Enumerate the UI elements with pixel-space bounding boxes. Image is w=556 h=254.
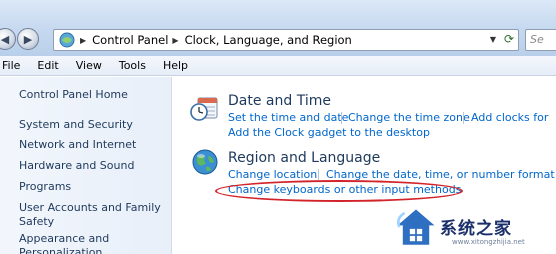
globe-icon[interactable] [191,148,219,176]
address-bar[interactable]: ▶ Control Panel ▶ Clock, Language, and R… [53,29,519,51]
watermark-text: 系统之家 [440,219,512,239]
menu-bar: File Edit View Tools Help [0,56,556,76]
watermark: 系统之家 www.xitongzhijia.net [394,200,556,254]
breadcrumb-clock-language-region[interactable]: Clock, Language, and Region [185,33,352,47]
link-divider [463,112,464,124]
link-add-clock-gadget[interactable]: Add the Clock gadget to the desktop [228,126,430,139]
sidebar-item-user-accounts[interactable]: User Accounts and Family [19,201,161,215]
navigation-pane: Control Panel Home System and Security N… [0,77,172,254]
sidebar-item-hardware-and-sound[interactable]: Hardware and Sound [19,159,134,173]
search-input[interactable]: Se [525,29,556,51]
control-panel-icon [58,31,76,49]
menu-view[interactable]: View [76,59,102,72]
forward-arrow-icon: ▶ [23,32,33,46]
sidebar-item-appearance[interactable]: Appearance and [19,232,109,246]
sidebar-item-user-accounts-cont[interactable]: Safety [19,215,54,229]
link-change-date-time-number-format[interactable]: Change the date, time, or number format [326,168,555,181]
refresh-icon[interactable]: ⟳ [504,32,514,46]
chevron-down-icon[interactable]: ▼ [490,35,496,44]
window-title-bar: ◀ ▶ ▶ Control Panel ▶ Clock, Language, a… [0,0,556,56]
back-button[interactable]: ◀ [0,28,16,50]
category-date-and-time[interactable]: Date and Time [228,93,331,109]
sidebar-item-network-and-internet[interactable]: Network and Internet [19,138,136,152]
house-logo-icon [396,209,435,245]
chevron-right-icon: ▶ [80,35,87,45]
sidebar-item-control-panel-home[interactable]: Control Panel Home [19,88,128,102]
forward-button[interactable]: ▶ [17,28,39,50]
sidebar-item-programs[interactable]: Programs [19,180,71,194]
menu-file[interactable]: File [2,59,20,72]
link-add-clocks[interactable]: Add clocks for [471,111,548,124]
chevron-right-icon: ▶ [172,35,179,45]
link-divider [341,112,342,124]
highlight-annotation [215,180,463,202]
menu-tools[interactable]: Tools [119,59,146,72]
category-region-and-language[interactable]: Region and Language [228,150,380,166]
link-change-time-zone[interactable]: Change the time zone [348,111,470,124]
clock-calendar-icon[interactable] [189,94,219,124]
back-arrow-icon: ◀ [0,32,10,46]
link-change-location[interactable]: Change location [228,168,317,181]
menu-help[interactable]: Help [163,59,188,72]
link-set-time-and-date[interactable]: Set the time and date [228,111,348,124]
breadcrumb-control-panel[interactable]: Control Panel [92,33,168,47]
menu-edit[interactable]: Edit [37,59,58,72]
sidebar-item-system-and-security[interactable]: System and Security [19,118,133,132]
watermark-url: www.xitongzhijia.net [452,238,525,246]
sidebar-item-appearance-cont[interactable]: Personalization [19,246,102,254]
